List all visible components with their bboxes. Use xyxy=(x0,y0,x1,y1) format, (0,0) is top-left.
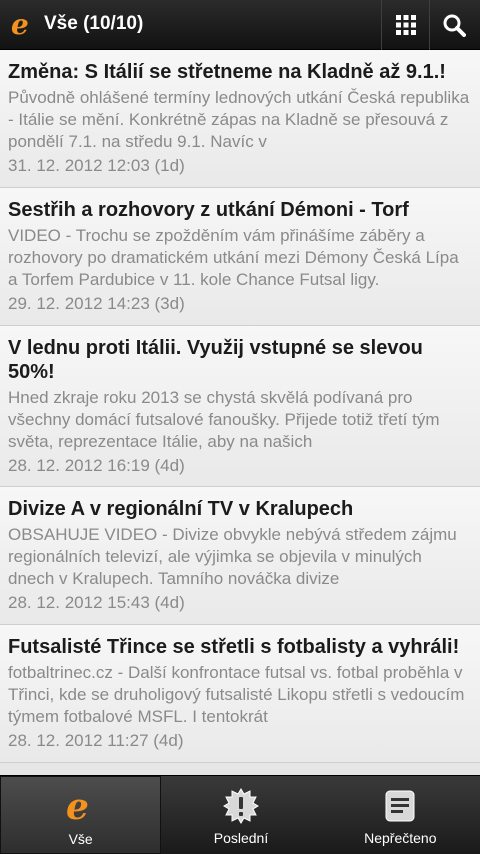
e-logo-icon: e xyxy=(66,789,89,825)
article-title: Změna: S Itálií se střetneme na Kladně a… xyxy=(8,61,446,83)
badge-alert-icon xyxy=(223,788,259,824)
tab-label: Vše xyxy=(68,831,93,847)
document-icon xyxy=(385,790,415,822)
tab-unread[interactable]: Nepřečteno xyxy=(321,776,480,854)
article-date: 31. 12. 2012 12:03 (1d) xyxy=(8,156,185,175)
article-date: 28. 12. 2012 11:27 (4d) xyxy=(8,731,184,750)
article-list[interactable]: Změna: S Itálií se střetneme na Kladně a… xyxy=(0,50,480,775)
list-item[interactable]: Změna: S Itálií se střetneme na Kladně a… xyxy=(0,50,480,188)
article-snippet: fotbaltrinec.cz - Další konfrontace futs… xyxy=(8,663,465,726)
article-title: V lednu proti Itálii. Využij vstupné se … xyxy=(8,337,423,383)
tab-bar: e Vše Poslední Nepřečteno xyxy=(0,775,480,854)
tab-all[interactable]: e Vše xyxy=(0,776,162,854)
article-title: Futsalisté Třince se střetli s fotbalist… xyxy=(8,636,460,658)
search-button[interactable] xyxy=(429,0,477,50)
tab-label: Poslední xyxy=(213,830,269,846)
list-item[interactable]: Divize A v regionální TV v Kralupech OBS… xyxy=(0,487,480,625)
svg-text:e: e xyxy=(66,789,89,825)
article-snippet: VIDEO - Trochu se zpožděním vám přináším… xyxy=(8,226,459,289)
list-item[interactable]: Sestřih a rozhovory z utkání Démoni - To… xyxy=(0,188,480,326)
app-logo-icon[interactable]: e xyxy=(10,10,36,40)
tab-label: Nepřečteno xyxy=(364,830,437,846)
list-item[interactable]: V lednu proti Itálii. Využij vstupné se … xyxy=(0,326,480,487)
article-title: Divize A v regionální TV v Kralupech xyxy=(8,498,354,520)
grid-icon xyxy=(395,15,416,35)
list-item[interactable]: Futsalisté Třince se střetli s fotbalist… xyxy=(0,625,480,763)
tab-latest[interactable]: Poslední xyxy=(161,776,320,854)
action-bar: e Vše (10/10) xyxy=(0,0,480,50)
article-snippet: Hned zkraje roku 2013 se chystá skvělá p… xyxy=(8,388,440,451)
svg-text:e: e xyxy=(11,10,29,40)
article-snippet: Původně ohlášené termíny lednových utkán… xyxy=(8,88,470,151)
search-icon xyxy=(443,14,466,37)
article-date: 28. 12. 2012 15:43 (4d) xyxy=(8,593,185,612)
grid-view-button[interactable] xyxy=(381,0,429,50)
article-title: Sestřih a rozhovory z utkání Démoni - To… xyxy=(8,199,409,221)
article-snippet: OBSAHUJE VIDEO - Divize obvykle nebývá s… xyxy=(8,525,457,588)
app-title: Vše (10/10) xyxy=(44,13,144,34)
article-date: 29. 12. 2012 14:23 (3d) xyxy=(8,294,185,313)
article-date: 28. 12. 2012 16:19 (4d) xyxy=(8,456,185,475)
